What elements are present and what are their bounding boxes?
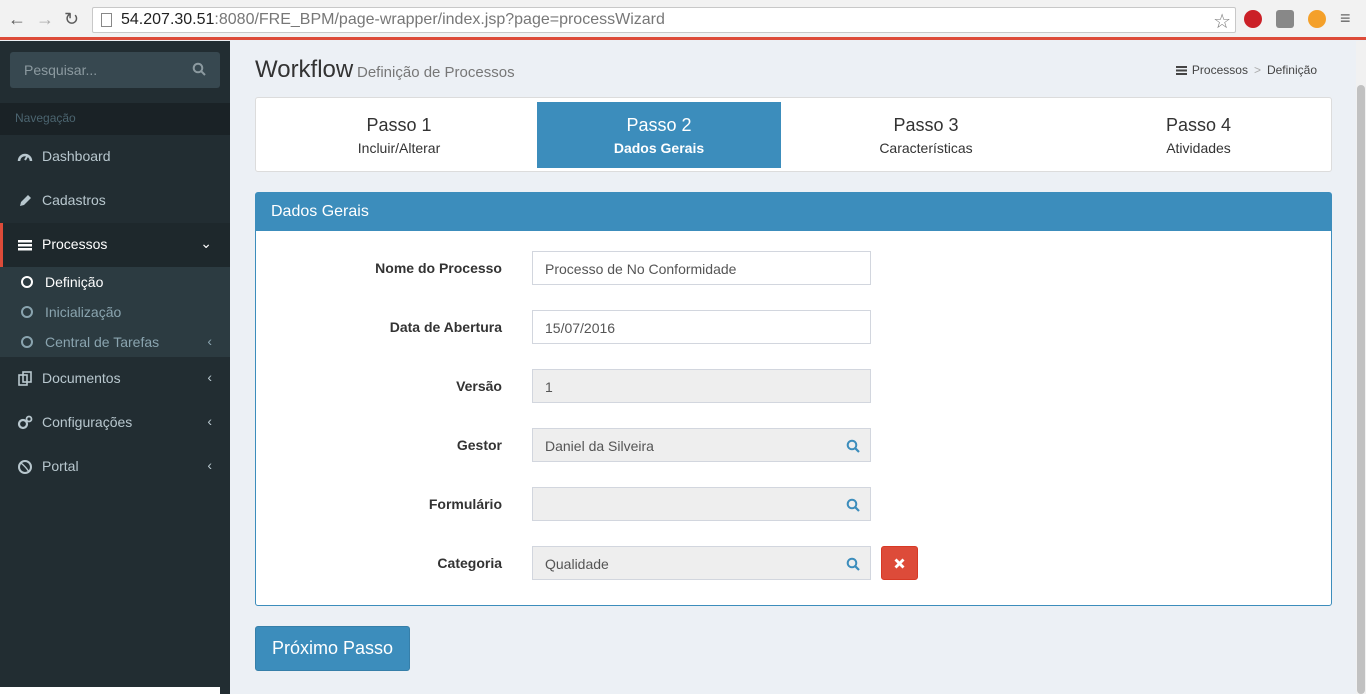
panel-header: Dados Gerais [256, 193, 1331, 231]
fire-extension-icon[interactable] [1308, 10, 1326, 28]
scrollbar-thumb[interactable] [1357, 85, 1365, 694]
main-content: Workflow Definição de Processos Processo… [230, 41, 1356, 694]
circle-icon [21, 336, 33, 348]
search-icon[interactable] [846, 439, 860, 453]
circle-icon [21, 306, 33, 318]
header-accent-line [0, 37, 1366, 40]
bookmark-star-icon[interactable]: ☆ [1213, 9, 1231, 34]
nav-header: Navegação [0, 103, 230, 135]
versao-input: 1 [532, 369, 871, 403]
page-icon [101, 13, 112, 27]
sidebar-item-portal[interactable]: Portal ‹ [0, 445, 230, 489]
sidebar-item-documentos[interactable]: Documentos ‹ [0, 357, 230, 401]
field-row-gestor: Gestor Daniel da Silveira [256, 428, 1331, 462]
sidebar-footer-gap [0, 687, 220, 694]
sidebar-item-processos[interactable]: Processos ⌄ [0, 223, 230, 267]
address-bar[interactable]: 54.207.30.51:8080/FRE_BPM/page-wrapper/i… [92, 7, 1236, 33]
extension-icon[interactable] [1276, 10, 1294, 28]
nome-do-processo-input[interactable]: Processo de No Conformidade [532, 251, 871, 285]
data-de-abertura-input[interactable]: 15/07/2016 [532, 310, 871, 344]
sidebar: Pesquisar... Navegação Dashboard Cadastr… [0, 41, 230, 694]
search-input[interactable]: Pesquisar... [10, 52, 220, 88]
sidebar-item-dashboard[interactable]: Dashboard [0, 135, 230, 179]
breadcrumb-item-processos[interactable]: Processos [1192, 63, 1248, 77]
chevron-left-icon: ‹ [207, 333, 212, 349]
field-row-data-de-abertura: Data de Abertura 15/07/2016 [256, 310, 1331, 344]
wizard-step-4[interactable]: Passo 4 Atividades [1071, 102, 1326, 168]
dashboard-icon [17, 153, 33, 162]
wizard-step-3[interactable]: Passo 3 Características [781, 102, 1071, 168]
sidebar-subitem-central-de-tarefas[interactable]: Central de Tarefas ‹ [0, 327, 230, 357]
circle-icon [21, 276, 33, 288]
page-scrollbar[interactable] [1356, 41, 1366, 694]
dribbble-icon [18, 460, 32, 474]
back-icon[interactable]: ← [8, 9, 26, 29]
field-label: Gestor [456, 437, 502, 453]
forward-icon[interactable]: → [36, 9, 54, 29]
gears-icon [17, 415, 33, 430]
sidebar-subitem-definicao[interactable]: Definição [0, 267, 230, 297]
breadcrumb-separator: > [1253, 63, 1261, 77]
dados-gerais-panel: Dados Gerais Nome do Processo Processo d… [255, 192, 1332, 606]
field-label: Versão [456, 378, 502, 394]
list-icon [18, 240, 32, 251]
field-label: Nome do Processo [375, 260, 502, 276]
breadcrumb-item-definicao: Definição [1266, 63, 1317, 77]
field-row-categoria: Categoria Qualidade [256, 546, 1331, 580]
documents-icon [18, 371, 32, 386]
field-label: Categoria [437, 555, 502, 571]
wizard-step-1[interactable]: Passo 1 Incluir/Alterar [260, 102, 538, 168]
page-title: Workflow [255, 56, 354, 83]
sidebar-item-configuracoes[interactable]: Configurações ‹ [0, 401, 230, 445]
browser-toolbar: ← → ↻ 54.207.30.51:8080/FRE_BPM/page-wra… [0, 0, 1366, 40]
pencil-icon [20, 195, 31, 206]
url-text: 54.207.30.51:8080/FRE_BPM/page-wrapper/i… [121, 11, 665, 28]
categoria-input[interactable]: Qualidade [532, 546, 871, 580]
chevron-left-icon: ‹ [207, 413, 212, 429]
search-icon[interactable] [192, 62, 206, 76]
sidebar-subitem-inicializacao[interactable]: Inicialização [0, 297, 230, 327]
next-step-button[interactable]: Próximo Passo [255, 626, 410, 671]
breadcrumb: Processos > Definição [1175, 63, 1317, 77]
gestor-input[interactable]: Daniel da Silveira [532, 428, 871, 462]
field-label: Formulário [428, 496, 502, 512]
pinterest-icon[interactable] [1244, 10, 1262, 28]
field-label: Data de Abertura [389, 319, 502, 335]
search-icon[interactable] [846, 498, 860, 512]
field-row-formulario: Formulário [256, 487, 1331, 521]
processos-submenu: Definição Inicialização Central de Taref… [0, 267, 230, 357]
field-row-versao: Versão 1 [256, 369, 1331, 403]
field-row-nome-do-processo: Nome do Processo Processo de No Conformi… [256, 251, 1331, 285]
menu-icon[interactable]: ≡ [1340, 9, 1354, 27]
formulario-input[interactable] [532, 487, 871, 521]
chevron-left-icon: ‹ [207, 457, 212, 473]
page-subtitle: Definição de Processos [357, 64, 515, 81]
wizard-step-2[interactable]: Passo 2 Dados Gerais [537, 102, 781, 168]
reload-icon[interactable]: ↻ [64, 9, 79, 29]
wizard-steps: Passo 1 Incluir/Alterar Passo 2 Dados Ge… [255, 97, 1332, 172]
list-icon [1175, 66, 1187, 75]
sidebar-item-cadastros[interactable]: Cadastros [0, 179, 230, 223]
close-icon [894, 558, 905, 569]
search-icon[interactable] [846, 557, 860, 571]
search-placeholder: Pesquisar... [24, 62, 98, 78]
chevron-left-icon: ‹ [207, 369, 212, 385]
chevron-down-icon: ⌄ [200, 235, 212, 251]
remove-categoria-button[interactable] [881, 546, 918, 580]
